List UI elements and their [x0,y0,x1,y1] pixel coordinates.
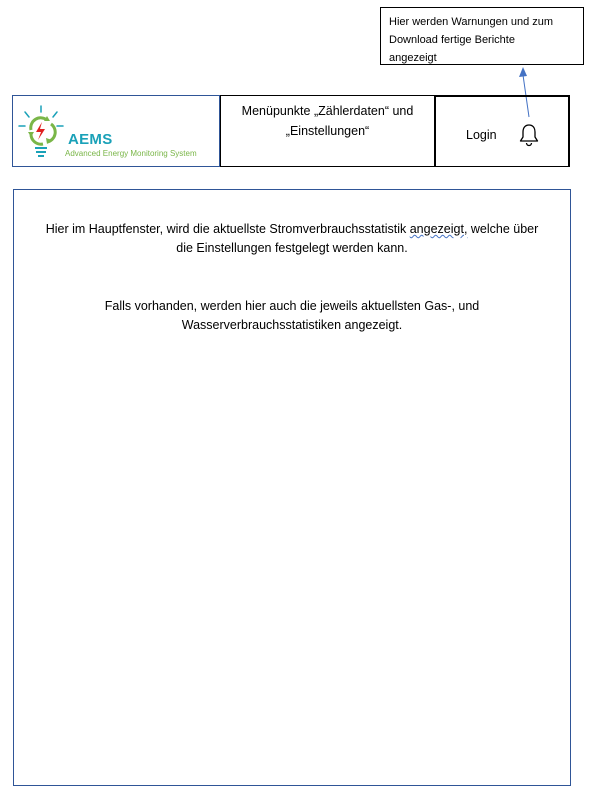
main-paragraph-1: Hier im Hauptfenster, wird die aktuellst… [14,220,570,258]
callout-line-3: angezeigt [389,52,437,64]
login-link[interactable]: Login [466,128,497,142]
main-p1-line-2: die Einstellungen festgelegt werden kann… [176,241,408,255]
logo-box: AEMS Advanced Energy Monitoring System [12,95,220,167]
main-p2-line-2: Wasserverbrauchsstatistiken angezeigt. [181,318,403,332]
notification-callout: Hier werden Warnungen und zum Download f… [380,7,584,65]
app-header: AEMS Advanced Energy Monitoring System M… [12,95,570,167]
logo-title: AEMS [68,131,113,148]
logo-subtitle: Advanced Energy Monitoring System [65,149,197,158]
main-p1-line-1: Hier im Hauptfenster, wird die aktuellst… [14,220,570,239]
main-p2-line-1: Falls vorhanden, werden hier auch die je… [104,299,480,313]
main-p1-text-a: Hier im Hauptfenster, wird die aktuellst… [45,222,410,236]
main-p1-text-c: welche über [467,222,539,236]
menu-text-line-2: „Einstellungen“ [285,124,370,138]
callout-line-2: Download fertige Berichte [389,34,515,46]
callout-line-1: Hier werden Warnungen und zum [389,16,554,28]
main-window: Hier im Hauptfenster, wird die aktuellst… [13,189,571,786]
menu-text-line-1: Menüpunkte „Zählerdaten“ und [241,104,414,118]
main-p1-text-b: angezeigt, [409,222,468,236]
main-paragraph-2: Falls vorhanden, werden hier auch die je… [14,297,570,335]
energy-bulb-icon [18,105,64,157]
login-area: Login [435,95,570,167]
bell-icon[interactable] [519,123,539,147]
menu-items-box[interactable]: Menüpunkte „Zählerdaten“ und „Einstellun… [220,95,435,167]
